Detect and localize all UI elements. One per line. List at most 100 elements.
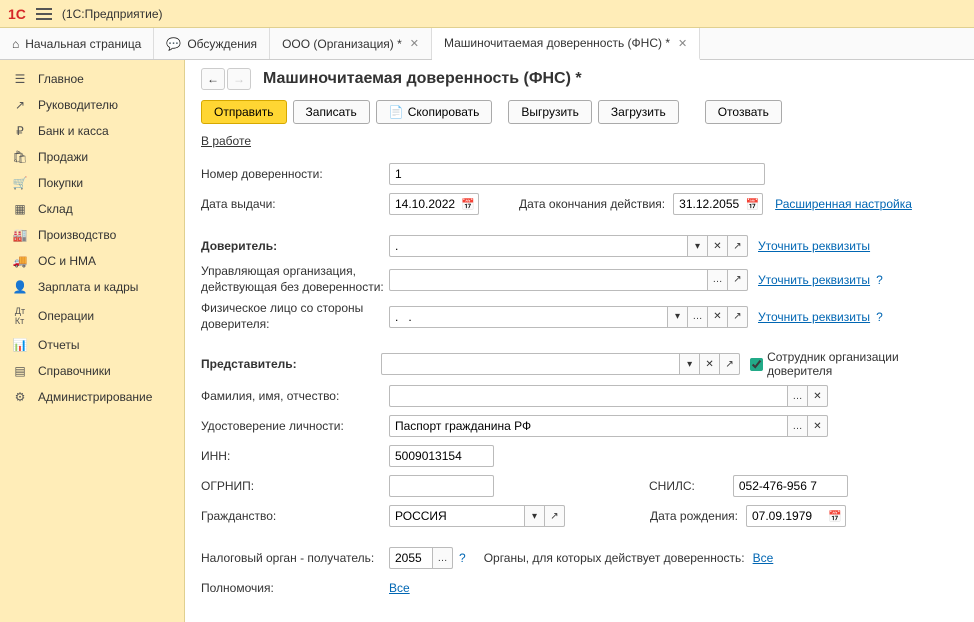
birth-date-label: Дата рождения: — [650, 509, 738, 523]
citizenship-input[interactable] — [389, 505, 525, 527]
boxes-icon: ▦ — [12, 202, 28, 216]
id-doc-label: Удостоверение личности: — [201, 419, 389, 433]
sidebar-item-production[interactable]: 🏭Производство — [0, 222, 184, 248]
principal-person-input[interactable] — [389, 306, 668, 328]
clear-button[interactable]: ✕ — [808, 385, 828, 407]
tab-home[interactable]: ⌂ Начальная страница — [0, 28, 154, 59]
open-button[interactable]: ↗ — [728, 269, 748, 291]
sidebar-item-catalogs[interactable]: ▤Справочники — [0, 358, 184, 384]
employee-checkbox[interactable] — [750, 358, 763, 371]
sidebar-item-admin[interactable]: ⚙Администрирование — [0, 384, 184, 410]
principal-input[interactable] — [389, 235, 688, 257]
clarify-link[interactable]: Уточнить реквизиты — [758, 273, 870, 287]
authorities-all-link[interactable]: Все — [753, 551, 774, 565]
tax-authority-label: Налоговый орган - получатель: — [201, 551, 389, 565]
select-button[interactable]: … — [688, 306, 708, 328]
revoke-button[interactable]: Отозвать — [705, 100, 782, 124]
clarify-link[interactable]: Уточнить реквизиты — [758, 310, 870, 324]
tab-poa[interactable]: Машиночитаемая доверенность (ФНС) * ✕ — [432, 28, 700, 60]
close-icon[interactable]: ✕ — [410, 37, 419, 50]
number-input[interactable] — [389, 163, 765, 185]
gear-icon: ⚙ — [12, 390, 28, 404]
dropdown-button[interactable]: ▾ — [668, 306, 688, 328]
cart-icon: 🛒 — [12, 176, 28, 190]
clarify-link[interactable]: Уточнить реквизиты — [758, 239, 870, 253]
page-title: Машиночитаемая доверенность (ФНС) * — [263, 70, 582, 88]
send-button[interactable]: Отправить — [201, 100, 287, 124]
end-date-input[interactable] — [673, 193, 763, 215]
select-button[interactable]: … — [788, 415, 808, 437]
tab-bar: ⌂ Начальная страница 💬 Обсуждения ООО (О… — [0, 28, 974, 60]
truck-icon: 🚚 — [12, 254, 28, 268]
back-button[interactable]: ← — [201, 68, 225, 90]
managing-org-input[interactable] — [389, 269, 708, 291]
import-button[interactable]: Загрузить — [598, 100, 679, 124]
select-button[interactable]: … — [788, 385, 808, 407]
open-button[interactable]: ↗ — [545, 505, 565, 527]
birth-date-input[interactable] — [746, 505, 846, 527]
issue-date-label: Дата выдачи: — [201, 197, 389, 211]
forward-button[interactable]: → — [227, 68, 251, 90]
sidebar-item-purchases[interactable]: 🛒Покупки — [0, 170, 184, 196]
sidebar-item-sales[interactable]: 🛍Продажи — [0, 144, 184, 170]
help-icon[interactable]: ? — [876, 273, 883, 287]
extended-settings-link[interactable]: Расширенная настройка — [775, 197, 912, 211]
copy-button[interactable]: 📄Скопировать — [376, 100, 493, 124]
clear-button[interactable]: ✕ — [708, 306, 728, 328]
employee-checkbox-wrap[interactable]: Сотрудник организации доверителя — [750, 350, 958, 378]
tab-org[interactable]: ООО (Организация) * ✕ — [270, 28, 432, 59]
snils-input[interactable] — [733, 475, 848, 497]
select-button[interactable]: … — [708, 269, 728, 291]
clear-button[interactable]: ✕ — [700, 353, 720, 375]
ogrnip-input[interactable] — [389, 475, 494, 497]
tax-authority-input[interactable] — [389, 547, 433, 569]
sidebar-item-salary[interactable]: 👤Зарплата и кадры — [0, 274, 184, 300]
open-button[interactable]: ↗ — [720, 353, 740, 375]
fio-label: Фамилия, имя, отчество: — [201, 389, 389, 403]
representative-input[interactable] — [381, 353, 680, 375]
content-area: ← → Машиночитаемая доверенность (ФНС) * … — [185, 60, 974, 622]
powers-label: Полномочия: — [201, 581, 389, 595]
representative-label: Представитель: — [201, 357, 381, 371]
close-icon[interactable]: ✕ — [678, 37, 687, 50]
issue-date-input[interactable] — [389, 193, 479, 215]
sidebar-item-operations[interactable]: ДтКтОперации — [0, 300, 184, 332]
sidebar-item-warehouse[interactable]: ▦Склад — [0, 196, 184, 222]
inn-input[interactable] — [389, 445, 494, 467]
fio-input[interactable] — [389, 385, 788, 407]
help-icon[interactable]: ? — [876, 310, 883, 324]
save-button[interactable]: Записать — [293, 100, 370, 124]
sidebar-item-manager[interactable]: ↗Руководителю — [0, 92, 184, 118]
app-logo: 1С — [8, 6, 26, 22]
tab-discussions[interactable]: 💬 Обсуждения — [154, 28, 270, 59]
person-icon: 👤 — [12, 280, 28, 294]
id-doc-input[interactable] — [389, 415, 788, 437]
home-icon: ⌂ — [12, 37, 19, 51]
help-icon[interactable]: ? — [459, 551, 466, 565]
open-button[interactable]: ↗ — [728, 235, 748, 257]
select-button[interactable]: … — [433, 547, 453, 569]
sidebar: ☰Главное ↗Руководителю ₽Банк и касса 🛍Пр… — [0, 60, 185, 622]
snils-label: СНИЛС: — [649, 479, 695, 493]
sidebar-item-main[interactable]: ☰Главное — [0, 66, 184, 92]
powers-all-link[interactable]: Все — [389, 581, 410, 595]
status-link[interactable]: В работе — [201, 134, 251, 148]
sidebar-item-reports[interactable]: 📊Отчеты — [0, 332, 184, 358]
report-icon: 📊 — [12, 338, 28, 352]
sidebar-item-bank[interactable]: ₽Банк и касса — [0, 118, 184, 144]
clear-button[interactable]: ✕ — [808, 415, 828, 437]
hamburger-icon[interactable] — [36, 8, 52, 20]
clear-button[interactable]: ✕ — [708, 235, 728, 257]
factory-icon: 🏭 — [12, 228, 28, 242]
number-label: Номер доверенности: — [201, 167, 389, 181]
open-button[interactable]: ↗ — [728, 306, 748, 328]
copy-icon: 📄 — [389, 105, 404, 119]
dropdown-button[interactable]: ▾ — [680, 353, 700, 375]
export-button[interactable]: Выгрузить — [508, 100, 592, 124]
menu-icon: ☰ — [12, 72, 28, 86]
sidebar-item-assets[interactable]: 🚚ОС и НМА — [0, 248, 184, 274]
dropdown-button[interactable]: ▾ — [525, 505, 545, 527]
dropdown-button[interactable]: ▾ — [688, 235, 708, 257]
managing-org-label: Управляющая организация, действующая без… — [201, 264, 389, 295]
chart-icon: ↗ — [12, 98, 28, 112]
